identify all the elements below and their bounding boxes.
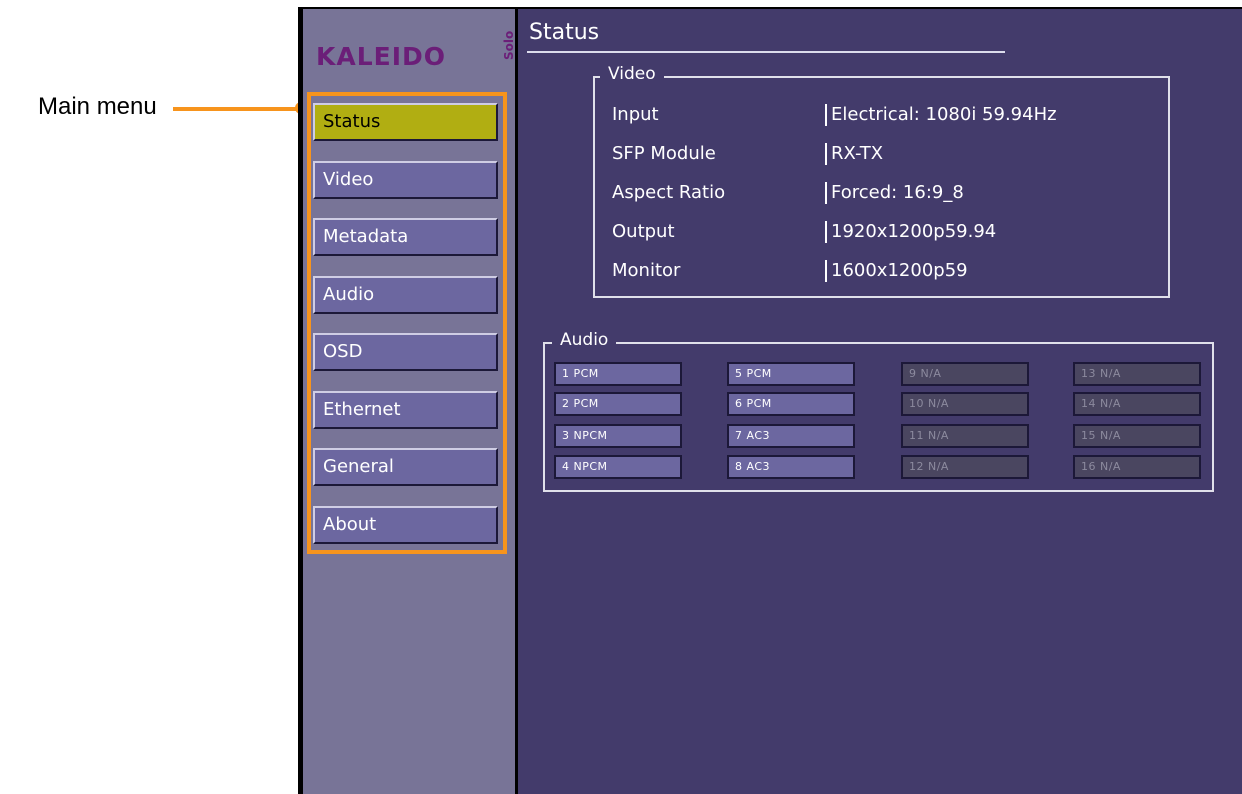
audio-channel-8: 8 AC3 [727,455,855,479]
audio-channel-14: 14 N/A [1073,392,1201,416]
audio-channel-4: 4 NPCM [554,455,682,479]
kaleido-logo: KALEIDO [316,42,447,71]
input-value: Electrical: 1080i 59.94Hz [825,104,1057,126]
audio-channel-2: 2 PCM [554,392,682,416]
audio-channel-7: 7 AC3 [727,424,855,448]
menu-item-general[interactable]: General [313,448,498,486]
page-title: Status [529,20,600,45]
audio-channel-3: 3 NPCM [554,424,682,448]
output-value: 1920x1200p59.94 [825,221,996,243]
title-underline [527,51,1005,53]
audio-channel-11: 11 N/A [901,424,1029,448]
audio-channel-13: 13 N/A [1073,362,1201,386]
audio-group-legend: Audio [552,330,617,350]
menu-item-osd[interactable]: OSD [313,333,498,371]
menu-item-ethernet[interactable]: Ethernet [313,391,498,429]
monitor-value: 1600x1200p59 [825,260,968,282]
menu-item-audio[interactable]: Audio [313,276,498,314]
main-menu-callout-label: Main menu [38,93,157,120]
menu-item-about[interactable]: About [313,506,498,544]
aspect-ratio-label: Aspect Ratio [612,182,726,203]
audio-channel-16: 16 N/A [1073,455,1201,479]
audio-channel-15: 15 N/A [1073,424,1201,448]
menu-item-status[interactable]: Status [313,103,498,141]
output-label: Output [612,221,675,242]
solo-logo: Solo [502,30,516,60]
sfp-module-label: SFP Module [612,143,716,164]
audio-channel-5: 5 PCM [727,362,855,386]
sfp-module-value: RX-TX [825,143,883,165]
video-group-legend: Video [600,64,664,84]
menu-item-video[interactable]: Video [313,161,498,199]
audio-channel-9: 9 N/A [901,362,1029,386]
audio-channel-1: 1 PCM [554,362,682,386]
callout-line [173,107,301,111]
input-label: Input [612,104,659,125]
audio-channel-6: 6 PCM [727,392,855,416]
monitor-label: Monitor [612,260,681,281]
aspect-ratio-value: Forced: 16:9_8 [825,182,964,204]
menu-item-metadata[interactable]: Metadata [313,218,498,256]
audio-channel-12: 12 N/A [901,455,1029,479]
audio-channel-10: 10 N/A [901,392,1029,416]
